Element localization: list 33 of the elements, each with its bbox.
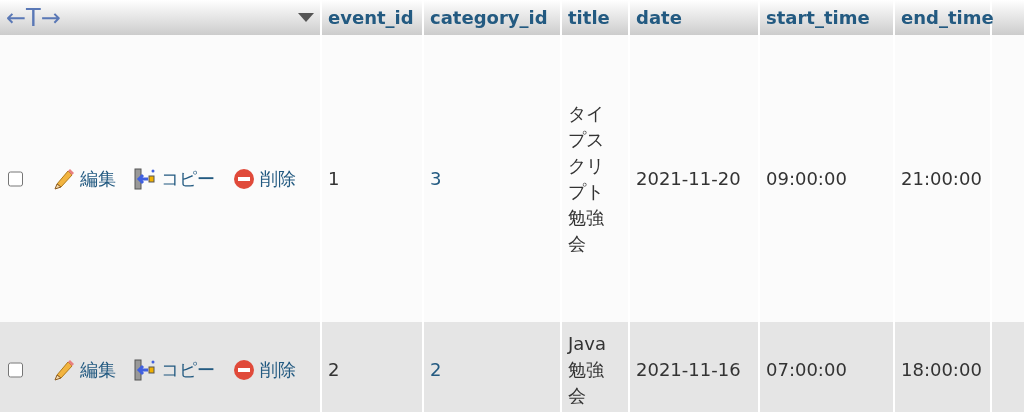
row-checkbox[interactable] xyxy=(8,170,23,187)
table-cell: 1 xyxy=(328,168,340,189)
column-arrows[interactable]: ←T→ xyxy=(6,3,61,32)
copy-link[interactable]: コピー xyxy=(134,166,215,191)
edit-link[interactable]: 編集 xyxy=(53,357,116,382)
delete-icon xyxy=(233,167,255,190)
table-cell: 09:00:00 xyxy=(766,168,847,189)
column-header[interactable]: date xyxy=(630,0,758,35)
delete-link[interactable]: 削除 xyxy=(233,357,296,382)
table-cell: 07:00:00 xyxy=(766,359,847,380)
table-cell: 2 xyxy=(328,359,340,380)
table-cell: 2021-11-20 xyxy=(636,168,741,189)
pencil-icon xyxy=(53,358,75,381)
dropdown-triangle-icon[interactable] xyxy=(298,12,314,23)
copy-row-icon xyxy=(134,358,156,381)
edit-link[interactable]: 編集 xyxy=(53,166,116,191)
table-cell-text: タイプスクリプト勉強会 xyxy=(568,101,605,256)
row-checkbox[interactable] xyxy=(8,361,23,378)
table-cell: 2021-11-16 xyxy=(636,359,741,380)
table-cell-text: Java勉強会 xyxy=(568,331,608,408)
copy-link[interactable]: コピー xyxy=(134,357,215,382)
delete-link[interactable]: 削除 xyxy=(233,166,296,191)
delete-icon xyxy=(233,358,255,381)
column-header[interactable]: category_id xyxy=(424,0,560,35)
category-link[interactable]: 2 xyxy=(430,359,442,380)
column-header[interactable]: event_id xyxy=(322,0,422,35)
table-cell: 18:00:00 xyxy=(901,359,982,380)
copy-row-icon xyxy=(134,167,156,190)
column-header[interactable]: title xyxy=(562,0,628,35)
pencil-icon xyxy=(53,167,75,190)
category-link[interactable]: 3 xyxy=(430,168,442,189)
column-header[interactable]: start_time xyxy=(760,0,893,35)
table-cell: 21:00:00 xyxy=(901,168,982,189)
